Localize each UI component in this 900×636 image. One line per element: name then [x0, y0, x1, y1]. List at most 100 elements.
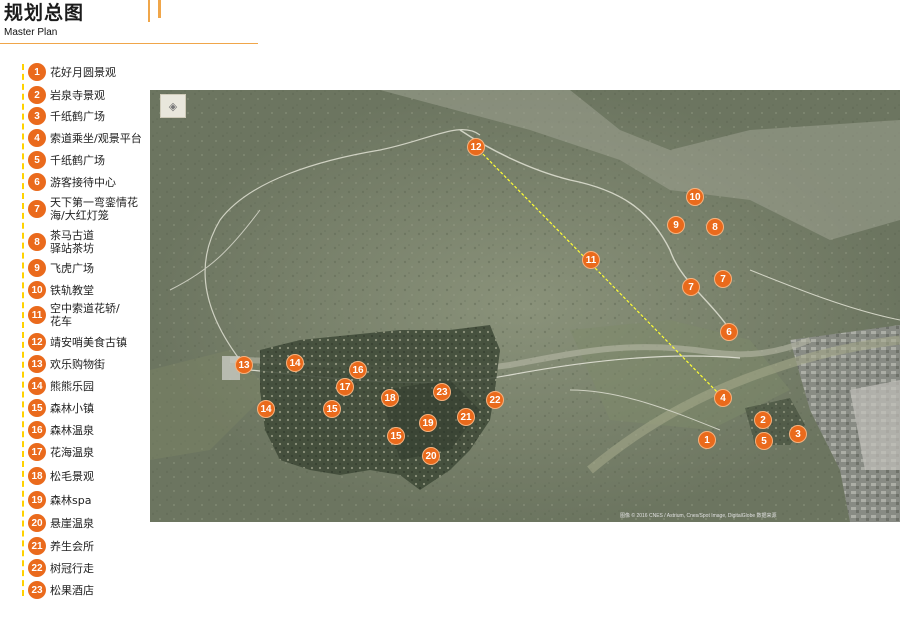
legend-number-badge: 17: [28, 443, 46, 461]
legend-item: 12 靖安哨美食古镇: [28, 333, 127, 351]
legend-label: 空中索道花轿/ 花车: [50, 302, 120, 328]
legend-number-badge: 7: [28, 200, 46, 218]
legend-item: 22 树冠行走: [28, 559, 94, 577]
map-marker[interactable]: 16: [349, 361, 367, 379]
legend-item: 23 松果酒店: [28, 581, 94, 599]
legend-item: 17 花海温泉: [28, 443, 94, 461]
legend-number-badge: 21: [28, 537, 46, 555]
legend-label: 悬崖温泉: [50, 516, 94, 530]
map-attribution: 图像 © 2016 CNES / Astrium, Cnes/Spot Imag…: [620, 513, 777, 519]
legend-label: 靖安哨美食古镇: [50, 335, 127, 349]
legend-item: 1 花好月圆景观: [28, 63, 116, 81]
legend-number-badge: 2: [28, 86, 46, 104]
map-marker[interactable]: 3: [789, 425, 807, 443]
legend-number-badge: 12: [28, 333, 46, 351]
legend-label: 森林温泉: [50, 423, 94, 437]
legend-label: 熊熊乐园: [50, 379, 94, 393]
legend-item: 21 养生会所: [28, 537, 94, 555]
legend-label: 岩泉寺景观: [50, 88, 105, 102]
legend-label: 飞虎广场: [50, 261, 94, 275]
map-marker[interactable]: 10: [686, 188, 704, 206]
legend-item: 19 森林spa: [28, 491, 91, 509]
map-navigation-button[interactable]: ◈: [160, 94, 186, 118]
legend: 1 花好月圆景观 2 岩泉寺景观 3 千纸鹤广场 4 索道乘坐/观景平台 5 千纸鹤广场 …: [0, 0, 150, 600]
map-marker[interactable]: 9: [667, 216, 685, 234]
legend-number-badge: 4: [28, 129, 46, 147]
map-marker[interactable]: 18: [381, 389, 399, 407]
legend-item: 13 欢乐购物街: [28, 355, 105, 373]
compass-icon: ◈: [168, 99, 178, 113]
map-marker[interactable]: 19: [419, 414, 437, 432]
legend-item: 6 游客接待中心: [28, 173, 116, 191]
map-marker[interactable]: 1: [698, 431, 716, 449]
legend-label: 花好月圆景观: [50, 65, 116, 79]
map-marker[interactable]: 20: [422, 447, 440, 465]
map-marker[interactable]: 4: [714, 389, 732, 407]
legend-item: 10 铁轨教堂: [28, 281, 94, 299]
satellite-map[interactable]: 12 10 9 8 11 7 7 6 4 2 5 3 1 13 14 14 16…: [150, 90, 900, 522]
map-marker[interactable]: 23: [433, 383, 451, 401]
legend-label: 花海温泉: [50, 445, 94, 459]
legend-label: 索道乘坐/观景平台: [50, 131, 142, 145]
legend-label: 天下第一弯銮情花 海/大红灯笼: [50, 196, 138, 222]
map-marker[interactable]: 21: [457, 408, 475, 426]
legend-item: 9 飞虎广场: [28, 259, 94, 277]
map-marker[interactable]: 15: [387, 427, 405, 445]
legend-number-badge: 14: [28, 377, 46, 395]
legend-item: 18 松毛景观: [28, 467, 94, 485]
map-marker[interactable]: 6: [720, 323, 738, 341]
legend-number-badge: 5: [28, 151, 46, 169]
legend-number-badge: 15: [28, 399, 46, 417]
map-marker[interactable]: 7: [682, 278, 700, 296]
map-marker[interactable]: 17: [336, 378, 354, 396]
legend-label: 游客接待中心: [50, 175, 116, 189]
map-marker[interactable]: 14: [257, 400, 275, 418]
legend-number-badge: 18: [28, 467, 46, 485]
legend-label: 千纸鹤广场: [50, 153, 105, 167]
legend-number-badge: 8: [28, 233, 46, 251]
legend-label: 欢乐购物街: [50, 357, 105, 371]
legend-label: 千纸鹤广场: [50, 109, 105, 123]
legend-item: 4 索道乘坐/观景平台: [28, 129, 142, 147]
legend-item: 7 天下第一弯銮情花 海/大红灯笼: [28, 196, 138, 222]
map-marker[interactable]: 7: [714, 270, 732, 288]
legend-item: 14 熊熊乐园: [28, 377, 94, 395]
legend-label: 茶马古道 驿站茶坊: [50, 229, 94, 255]
legend-item: 8 茶马古道 驿站茶坊: [28, 229, 94, 255]
legend-number-badge: 6: [28, 173, 46, 191]
map-marker[interactable]: 14: [286, 354, 304, 372]
header-accent-bar: [158, 0, 161, 18]
map-marker[interactable]: 8: [706, 218, 724, 236]
legend-number-badge: 3: [28, 107, 46, 125]
legend-number-badge: 19: [28, 491, 46, 509]
map-imagery: [150, 90, 900, 522]
legend-number-badge: 11: [28, 306, 46, 324]
legend-item: 3 千纸鹤广场: [28, 107, 105, 125]
map-marker[interactable]: 13: [235, 356, 253, 374]
legend-item: 20 悬崖温泉: [28, 514, 94, 532]
map-marker[interactable]: 22: [486, 391, 504, 409]
legend-item: 2 岩泉寺景观: [28, 86, 105, 104]
map-marker[interactable]: 11: [582, 251, 600, 269]
map-marker[interactable]: 5: [755, 432, 773, 450]
legend-label: 树冠行走: [50, 561, 94, 575]
legend-item: 15 森林小镇: [28, 399, 94, 417]
legend-number-badge: 9: [28, 259, 46, 277]
legend-item: 16 森林温泉: [28, 421, 94, 439]
legend-label: 养生会所: [50, 539, 94, 553]
legend-number-badge: 16: [28, 421, 46, 439]
legend-label: 森林小镇: [50, 401, 94, 415]
legend-item: 11 空中索道花轿/ 花车: [28, 302, 120, 328]
map-marker[interactable]: 2: [754, 411, 772, 429]
map-marker[interactable]: 15: [323, 400, 341, 418]
legend-label: 铁轨教堂: [50, 283, 94, 297]
legend-number-badge: 1: [28, 63, 46, 81]
legend-number-badge: 20: [28, 514, 46, 532]
legend-number-badge: 13: [28, 355, 46, 373]
legend-number-badge: 10: [28, 281, 46, 299]
legend-label: 森林spa: [50, 493, 92, 507]
legend-item: 5 千纸鹤广场: [28, 151, 105, 169]
legend-number-badge: 23: [28, 581, 46, 599]
legend-number-badge: 22: [28, 559, 46, 577]
map-marker[interactable]: 12: [467, 138, 485, 156]
